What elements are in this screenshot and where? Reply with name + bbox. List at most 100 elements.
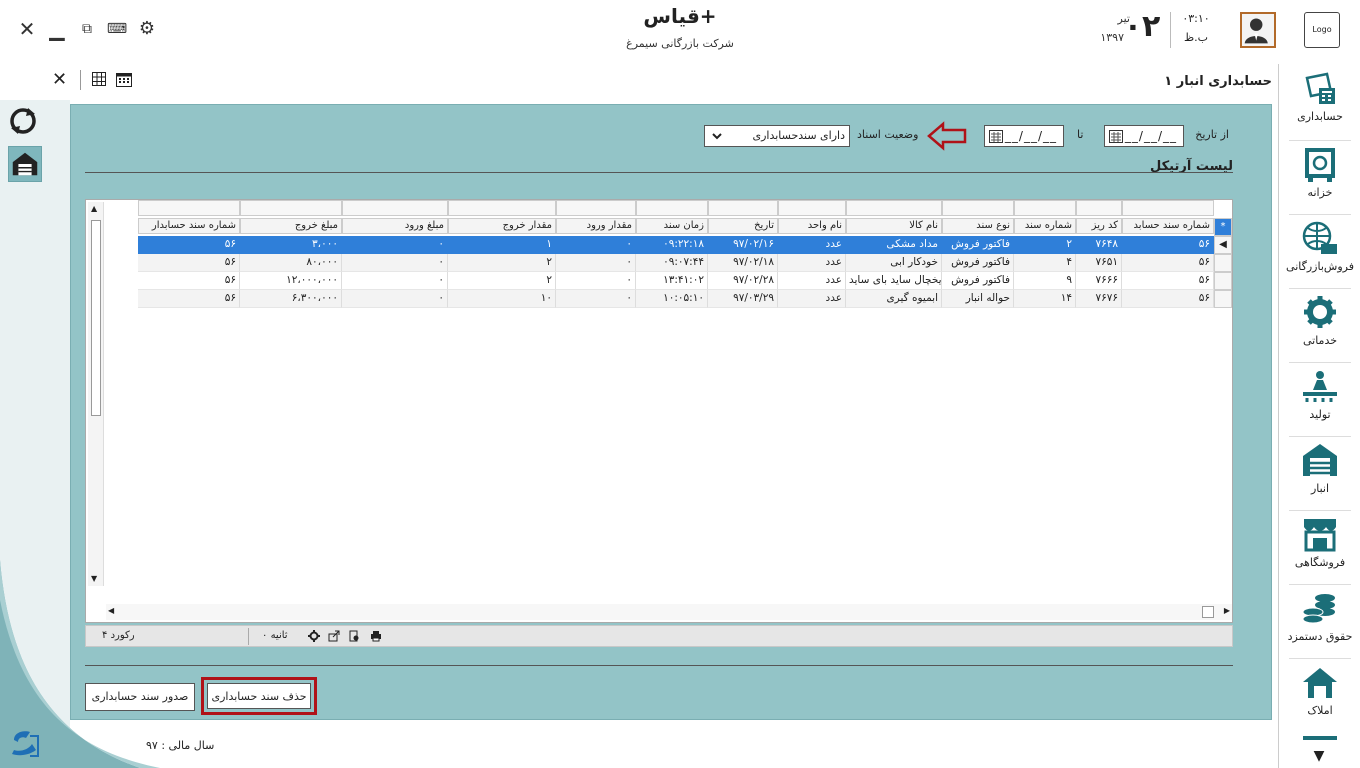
main-panel: از تاریخ __/__/__ تا __/__/__ وضعیت اسنا… [70, 104, 1272, 720]
grid-column-header[interactable]: شماره سند [1014, 218, 1076, 234]
grid-filter-cell[interactable] [448, 200, 556, 216]
brand-logo-icon [12, 731, 39, 757]
settings-gear-icon[interactable] [308, 630, 320, 642]
table-cell: ۷۶۷۶ [1076, 290, 1122, 308]
grid-column-header[interactable]: شماره سند حسابد [1122, 218, 1214, 234]
horizontal-scrollbar[interactable]: ◀ ▶ [106, 604, 1232, 620]
grid-filter-cell[interactable] [1122, 200, 1214, 216]
row-indicator[interactable] [1214, 290, 1232, 308]
table-cell: ۸۰،۰۰۰ [240, 254, 342, 272]
scroll-up-icon[interactable]: ▲ [91, 204, 97, 213]
delete-accounting-doc-button[interactable]: حذف سند حسابداری [201, 677, 317, 715]
table-row[interactable]: ۵۶ ۷۶۵۱ ۴ فاکتور فروش خودکار ابی عدد ۹۷/۰۲/۱۸ ۰… [138, 254, 1214, 272]
table-row[interactable]: ۵۶ ۷۶۴۸ ۲ فاکتور فروش مداد مشکی عدد ۹۷/۰۲/۱۶ ۰۹… [138, 236, 1214, 254]
sidebar-item-commercial-sales[interactable]: فروش‌بازرگانی [1279, 216, 1360, 288]
grid-filter-cell[interactable] [240, 200, 342, 216]
grid-filter-cell[interactable] [342, 200, 448, 216]
scroll-thumb[interactable] [91, 220, 101, 416]
grid-column-header[interactable]: نام واحد [778, 218, 846, 234]
row-indicator[interactable]: ◀ [1214, 236, 1232, 254]
restore-button[interactable]: ⧉ [76, 18, 98, 40]
table-cell: ۵۶ [138, 254, 240, 272]
table-cell: ۹ [1014, 272, 1076, 290]
issue-accounting-doc-button[interactable]: صدور سند حسابداری [85, 683, 195, 711]
keyboard-icon[interactable]: ⌨ [106, 18, 128, 40]
close-tab-icon[interactable]: ✕ [52, 70, 67, 90]
grid-filter-cell[interactable] [636, 200, 708, 216]
scroll-down-icon[interactable]: ▼ [91, 574, 97, 583]
sidebar-item-services[interactable]: خدماتی [1279, 290, 1360, 362]
grid-column-header[interactable]: شماره سند حسابدار [138, 218, 240, 234]
scroll-right-icon[interactable]: ▶ [1224, 606, 1230, 615]
minimize-button[interactable]: ▁ [46, 18, 68, 40]
grid-column-header[interactable]: تاریخ [708, 218, 778, 234]
refresh-icon[interactable] [8, 106, 38, 136]
grid-column-header[interactable]: مقدار خروج [448, 218, 556, 234]
sidebar-item-payroll[interactable]: حقوق دستمزد [1279, 586, 1360, 658]
sidebar-item-warehouse[interactable]: انبار [1279, 438, 1360, 510]
table-cell: ۶،۳۰۰،۰۰۰ [240, 290, 342, 308]
table-cell: خودکار ابی [846, 254, 942, 272]
grid-icon[interactable] [92, 72, 106, 86]
article-grid[interactable]: شماره سند حسابد کد ریز شماره سند نوع سند نام… [85, 199, 1233, 623]
calendar-icon[interactable] [1109, 129, 1123, 143]
table-cell: ابمیوه گیری [846, 290, 942, 308]
vertical-scrollbar[interactable]: ▲ ▼ [88, 202, 104, 586]
grid-column-header[interactable]: مقدار ورود [556, 218, 636, 234]
table-row[interactable]: ۵۶ ۷۶۶۶ ۹ فاکتور فروش یخچال ساید بای ساید عدد… [138, 272, 1214, 290]
settings-gear-icon[interactable]: ⚙ [136, 18, 158, 40]
to-date-field[interactable]: __/__/__ [984, 125, 1064, 147]
report-icon[interactable] [348, 630, 360, 642]
scroll-thumb[interactable] [1202, 606, 1214, 618]
user-avatar-icon[interactable] [1240, 12, 1276, 48]
calendar-icon[interactable] [989, 129, 1003, 143]
table-cell: ۱ [448, 236, 556, 254]
grid-column-header[interactable]: نام کالا [846, 218, 942, 234]
divider [248, 628, 249, 645]
from-date-field[interactable]: __/__/__ [1104, 125, 1184, 147]
grid-filter-cell[interactable] [846, 200, 942, 216]
grid-header-row: شماره سند حسابد کد ریز شماره سند نوع سند نام… [138, 218, 1214, 234]
grid-filter-cell[interactable] [1076, 200, 1122, 216]
table-cell: ۰ [556, 236, 636, 254]
divider [80, 70, 81, 90]
warehouse-home-icon[interactable] [8, 146, 42, 182]
table-cell: ۰ [342, 290, 448, 308]
grid-filter-cell[interactable] [708, 200, 778, 216]
page-title: حسابداری انبار ۱ [1164, 74, 1272, 89]
grid-filter-cell[interactable] [556, 200, 636, 216]
scroll-left-icon[interactable]: ◀ [108, 606, 114, 615]
status-select[interactable]: دارای سندحسابداری [704, 125, 850, 147]
row-indicator[interactable] [1214, 272, 1232, 290]
table-cell: فاکتور فروش [942, 272, 1014, 290]
grid-filter-cell[interactable] [1014, 200, 1076, 216]
grid-filter-cell[interactable] [138, 200, 240, 216]
table-cell: ۹۷/۰۲/۱۶ [708, 236, 778, 254]
sidebar-item-production[interactable]: تولید [1279, 364, 1360, 436]
grid-column-header[interactable]: نوع سند [942, 218, 1014, 234]
sidebar-item-treasury[interactable]: خزانه [1279, 142, 1360, 214]
print-icon[interactable] [370, 630, 382, 642]
grid-column-header[interactable]: مبلغ خروج [240, 218, 342, 234]
table-cell: فاکتور فروش [942, 236, 1014, 254]
calendar-icon[interactable] [116, 71, 132, 87]
grid-filter-cell[interactable] [942, 200, 1014, 216]
table-cell: ۰۹:۰۷:۴۴ [636, 254, 708, 272]
table-cell: عدد [778, 236, 846, 254]
grid-column-header[interactable]: زمان سند [636, 218, 708, 234]
safe-icon [1305, 148, 1335, 182]
sidebar-scroll-down-icon[interactable]: ▼ [1278, 748, 1360, 768]
grid-filter-cell[interactable] [778, 200, 846, 216]
close-window-button[interactable]: ✕ [16, 18, 38, 40]
delete-accounting-doc-label: حذف سند حسابداری [207, 683, 311, 709]
table-row[interactable]: ۵۶ ۷۶۷۶ ۱۴ حواله انبار ابمیوه گیری عدد ۹۷/۰۳/۲… [138, 290, 1214, 308]
sidebar-item-label: فروش‌بازرگانی [1286, 260, 1354, 273]
row-indicator[interactable] [1214, 254, 1232, 272]
grid-column-header[interactable]: کد ریز [1076, 218, 1122, 234]
sidebar-item-accounting[interactable]: حسابداری [1279, 66, 1360, 138]
grid-column-header[interactable]: مبلغ ورود [342, 218, 448, 234]
sidebar-item-real-estate[interactable]: املاک [1279, 660, 1360, 732]
sidebar-item-store[interactable]: فروشگاهی [1279, 512, 1360, 584]
export-icon[interactable] [328, 630, 340, 642]
table-cell: ۷۶۶۶ [1076, 272, 1122, 290]
